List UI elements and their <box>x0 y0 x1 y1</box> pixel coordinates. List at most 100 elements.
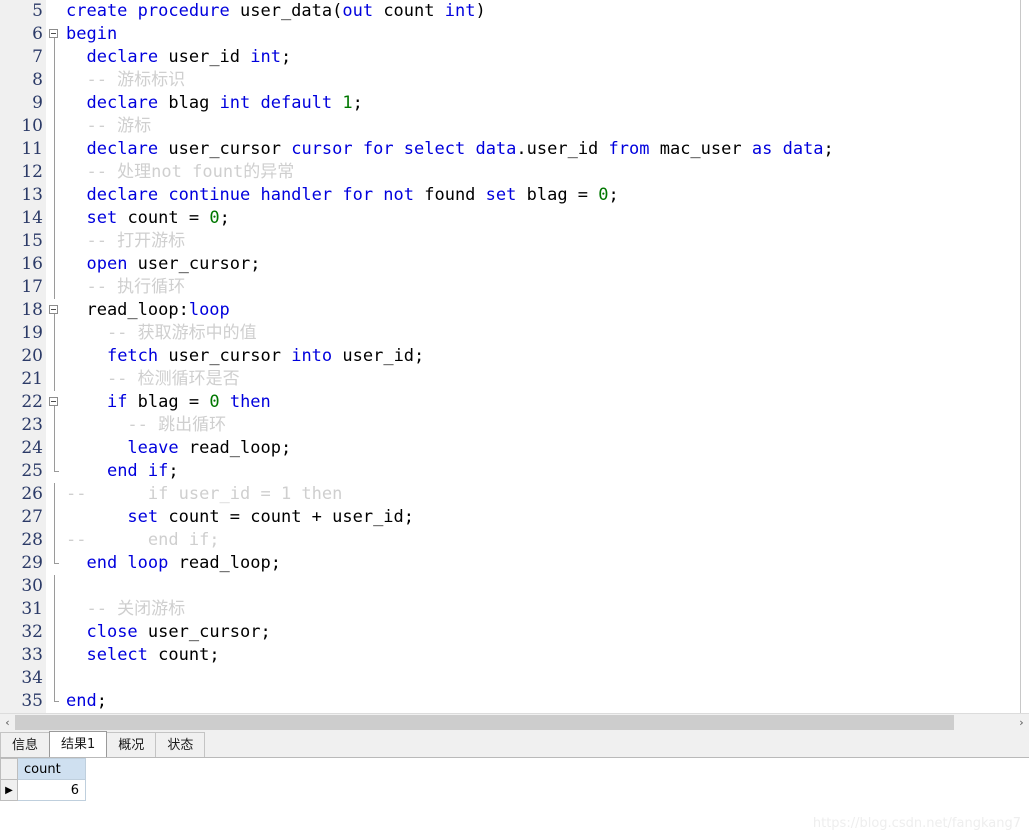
code-line[interactable]: 20 fetch user_cursor into user_id; <box>0 345 1029 368</box>
row-selector-arrow-icon[interactable]: ▶ <box>0 779 18 801</box>
code-token-kw: if <box>106 392 128 412</box>
fold-collapse-icon[interactable] <box>46 391 64 414</box>
code-line[interactable]: 25 end if; <box>0 460 1029 483</box>
code-line[interactable]: 28 -- end if; <box>0 529 1029 552</box>
editor-horizontal-scrollbar[interactable]: ‹ › <box>0 713 1029 731</box>
code-line-text[interactable] <box>64 667 1029 690</box>
code-line-text[interactable]: begin <box>64 23 1029 46</box>
fold-minus-box-icon[interactable] <box>49 397 58 406</box>
fold-minus-box-icon[interactable] <box>49 305 58 314</box>
table-row[interactable]: ▶ 6 <box>0 779 86 801</box>
grid-corner-cell[interactable] <box>0 758 18 780</box>
scroll-left-arrow-icon[interactable]: ‹ <box>0 714 15 731</box>
column-header[interactable]: count <box>17 758 86 780</box>
code-line-text[interactable]: end loop read_loop; <box>64 552 1029 575</box>
fold-collapse-icon[interactable] <box>46 299 64 322</box>
code-line[interactable]: 35 end; <box>0 690 1029 713</box>
code-line-text[interactable]: -- end if; <box>64 529 1029 552</box>
code-line[interactable]: 14 set count = 0; <box>0 207 1029 230</box>
fold-collapse-icon[interactable] <box>46 23 64 46</box>
line-number: 27 <box>21 507 43 527</box>
code-line-text[interactable]: read_loop:loop <box>64 299 1029 322</box>
code-line-text[interactable]: declare blag int default 1; <box>64 92 1029 115</box>
code-line-text[interactable] <box>64 575 1029 598</box>
code-line-text[interactable]: -- if user_id = 1 then <box>64 483 1029 506</box>
code-line-text[interactable]: end if; <box>64 460 1029 483</box>
code-line[interactable]: 18 read_loop:loop <box>0 299 1029 322</box>
code-token-kw: set <box>86 208 118 228</box>
code-line-text[interactable]: create procedure user_data(out count int… <box>64 0 1029 23</box>
fold-rail-segment <box>46 598 64 621</box>
code-line[interactable]: 24 leave read_loop; <box>0 437 1029 460</box>
watermark-text: https://blog.csdn.net/fangkang7 <box>812 816 1021 831</box>
code-line[interactable]: 32 close user_cursor; <box>0 621 1029 644</box>
results-tab[interactable]: 状态 <box>155 732 206 757</box>
code-line-text[interactable]: open user_cursor; <box>64 253 1029 276</box>
code-token-num: 1 <box>342 93 353 113</box>
code-line-text[interactable]: if blag = 0 then <box>64 391 1029 414</box>
code-line-text[interactable]: declare continue handler for not found s… <box>64 184 1029 207</box>
code-line[interactable]: 13 declare continue handler for not foun… <box>0 184 1029 207</box>
code-line[interactable]: 11 declare user_cursor cursor for select… <box>0 138 1029 161</box>
code-line[interactable]: 31 -- 关闭游标 <box>0 598 1029 621</box>
code-line[interactable]: 8 -- 游标标识 <box>0 69 1029 92</box>
code-line[interactable]: 21 -- 检测循环是否 <box>0 368 1029 391</box>
scrollbar-thumb[interactable] <box>15 715 955 730</box>
scrollbar-track[interactable] <box>15 714 1014 731</box>
fold-rail-segment <box>46 276 64 299</box>
code-line-text[interactable]: -- 关闭游标 <box>64 598 1029 621</box>
code-line-text[interactable]: leave read_loop; <box>64 437 1029 460</box>
code-line[interactable]: 29 end loop read_loop; <box>0 552 1029 575</box>
code-line-text[interactable]: fetch user_cursor into user_id; <box>64 345 1029 368</box>
code-line[interactable]: 17 -- 执行循环 <box>0 276 1029 299</box>
result-table[interactable]: count ▶ 6 <box>0 758 86 801</box>
code-line-text[interactable]: -- 执行循环 <box>64 276 1029 299</box>
code-line-text[interactable]: declare user_id int; <box>64 46 1029 69</box>
code-lines-container[interactable]: 5 create procedure user_data(out count in… <box>0 0 1029 713</box>
code-line[interactable]: 22 if blag = 0 then <box>0 391 1029 414</box>
code-line[interactable]: 27 set count = count + user_id; <box>0 506 1029 529</box>
code-line-text[interactable]: -- 获取游标中的值 <box>64 322 1029 345</box>
code-line[interactable]: 16 open user_cursor; <box>0 253 1029 276</box>
code-line[interactable]: 34 <box>0 667 1029 690</box>
results-tab[interactable]: 信息 <box>0 732 51 757</box>
code-line-text[interactable]: set count = 0; <box>64 207 1029 230</box>
code-line-text[interactable]: -- 处理not fount的异常 <box>64 161 1029 184</box>
code-line[interactable]: 23 -- 跳出循环 <box>0 414 1029 437</box>
code-line[interactable]: 12 -- 处理not fount的异常 <box>0 161 1029 184</box>
code-line-text[interactable]: close user_cursor; <box>64 621 1029 644</box>
code-line[interactable]: 6 begin <box>0 23 1029 46</box>
code-line-text[interactable]: set count = count + user_id; <box>64 506 1029 529</box>
code-line-text[interactable]: select count; <box>64 644 1029 667</box>
code-line-text[interactable]: declare user_cursor cursor for select da… <box>64 138 1029 161</box>
code-token-kw: into <box>291 346 333 366</box>
code-line[interactable]: 10 -- 游标 <box>0 115 1029 138</box>
results-tab-bar[interactable]: 信息 结果1 概况 状态 <box>0 731 1029 758</box>
results-tab-active[interactable]: 结果1 <box>49 731 108 757</box>
code-line-text[interactable]: -- 检测循环是否 <box>64 368 1029 391</box>
code-line[interactable]: 9 declare blag int default 1; <box>0 92 1029 115</box>
code-editor-pane[interactable]: 5 create procedure user_data(out count in… <box>0 0 1029 713</box>
code-line-text[interactable]: -- 游标 <box>64 115 1029 138</box>
code-line-text[interactable]: end; <box>64 690 1029 713</box>
code-line-text[interactable]: -- 跳出循环 <box>64 414 1029 437</box>
line-number: 11 <box>21 139 43 159</box>
code-line-text[interactable]: -- 打开游标 <box>64 230 1029 253</box>
commented-out-marker: -- <box>66 530 87 550</box>
code-line[interactable]: 15 -- 打开游标 <box>0 230 1029 253</box>
scroll-right-arrow-icon[interactable]: › <box>1014 714 1029 731</box>
code-line[interactable]: 5 create procedure user_data(out count in… <box>0 0 1029 23</box>
code-line-text[interactable]: -- 游标标识 <box>64 69 1029 92</box>
vertical-scrollbar-edge[interactable] <box>1020 0 1021 713</box>
code-line[interactable]: 26 -- if user_id = 1 then <box>0 483 1029 506</box>
code-line[interactable]: 30 <box>0 575 1029 598</box>
code-line[interactable]: 33 select count; <box>0 644 1029 667</box>
results-tab[interactable]: 概况 <box>106 732 157 757</box>
code-line[interactable]: 19 -- 获取游标中的值 <box>0 322 1029 345</box>
table-cell[interactable]: 6 <box>17 779 86 801</box>
fold-minus-box-icon[interactable] <box>49 29 58 38</box>
code-line[interactable]: 7 declare user_id int; <box>0 46 1029 69</box>
